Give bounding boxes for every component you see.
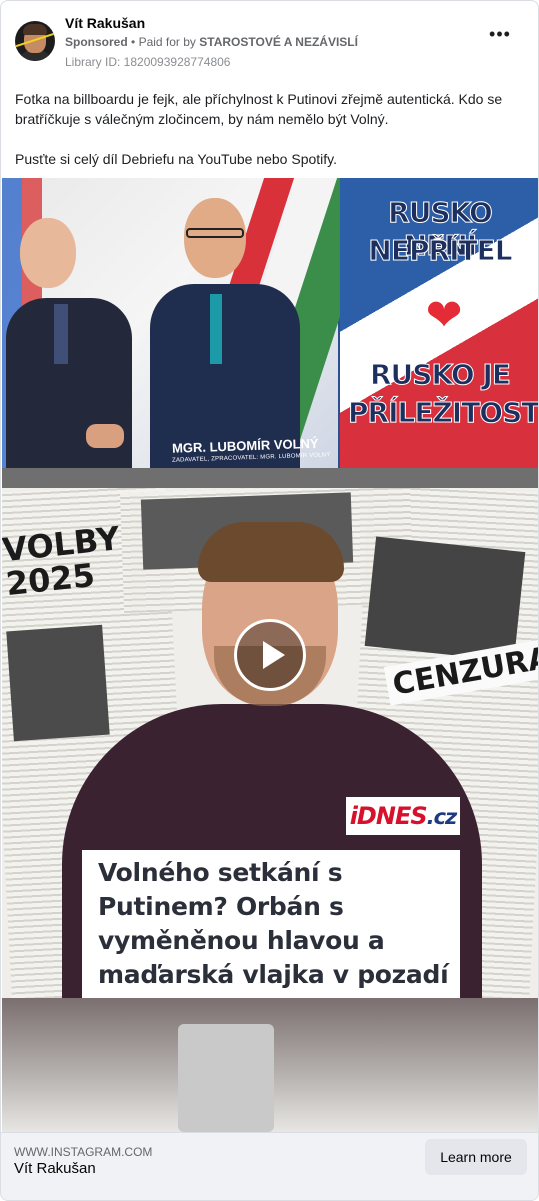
link-footer[interactable]: WWW.INSTAGRAM.COM Vít Rakušan Learn more [1,1132,538,1200]
link-title: Vít Rakušan [14,1160,96,1177]
slogan-line: NEPŘÍTEL [368,234,513,268]
link-domain: WWW.INSTAGRAM.COM [14,1145,153,1159]
glasses [186,228,244,238]
heart-icon: ❤ [425,291,463,340]
billboard-bottom-edge [2,468,538,488]
logo-red-part: iDNES [349,802,428,830]
headline-line: maďarská vlajka v pozadí [98,960,449,989]
post-text-paragraph: Pusťte si celý díl Debriefu na YouTube n… [15,151,338,167]
handshake [86,424,124,448]
billboard-image: MGR. LUBOMÍR VOLNÝ ZADAVATEL, ZPRACOVATE… [2,178,539,488]
slogan-line: PŘÍLEŽITOST [348,396,539,430]
sponsored-post-card: Vít Rakušan Sponsored • Paid for by STAR… [0,0,539,1201]
video-headline: Volného setkání s Putinem? Orbán s vyměn… [82,850,460,998]
post-text: Fotka na billboardu je fejk, ale příchyl… [15,89,523,189]
post-meta: Sponsored • Paid for by STAROSTOVÉ A NEZ… [65,35,358,49]
meta-separator: • [131,35,139,49]
play-button[interactable] [234,619,306,691]
headline-line: Volného setkání s [98,858,343,887]
author-avatar[interactable] [15,21,55,61]
head [184,198,246,278]
author-name[interactable]: Vít Rakušan [65,15,145,31]
hair [198,522,344,582]
billboard-person-right [140,198,330,468]
headline-line: vyměněnou hlavou a [98,926,385,955]
headline-line: Putinem? Orbán s [98,892,344,921]
post-header: Vít Rakušan Sponsored • Paid for by STAR… [15,13,524,71]
payer-name[interactable]: STAROSTOVÉ A NEZÁVISLÍ [199,35,358,49]
head [20,218,76,288]
learn-more-button[interactable]: Learn more [425,1139,527,1175]
library-id: Library ID: 1820093928774806 [65,55,231,69]
post-text-paragraph: Fotka na billboardu je fejk, ale příchyl… [15,91,503,127]
avatar-hair [23,24,47,35]
tie [210,294,222,364]
more-options-icon[interactable]: ••• [488,25,512,47]
tie [54,304,68,364]
play-icon [263,641,285,669]
paid-for-label: Paid for by [138,35,196,49]
logo-blue-part: .cz [426,805,458,829]
video-media[interactable]: MGR. LUBOMÍR VOLNÝ ZADAVATEL, ZPRACOVATE… [2,178,539,1132]
phone-on-desk [178,1024,274,1132]
slogan-line: RUSKO JE [370,358,512,392]
idnes-logo: iDNES.cz [346,797,460,835]
sponsored-label: Sponsored [65,35,128,49]
